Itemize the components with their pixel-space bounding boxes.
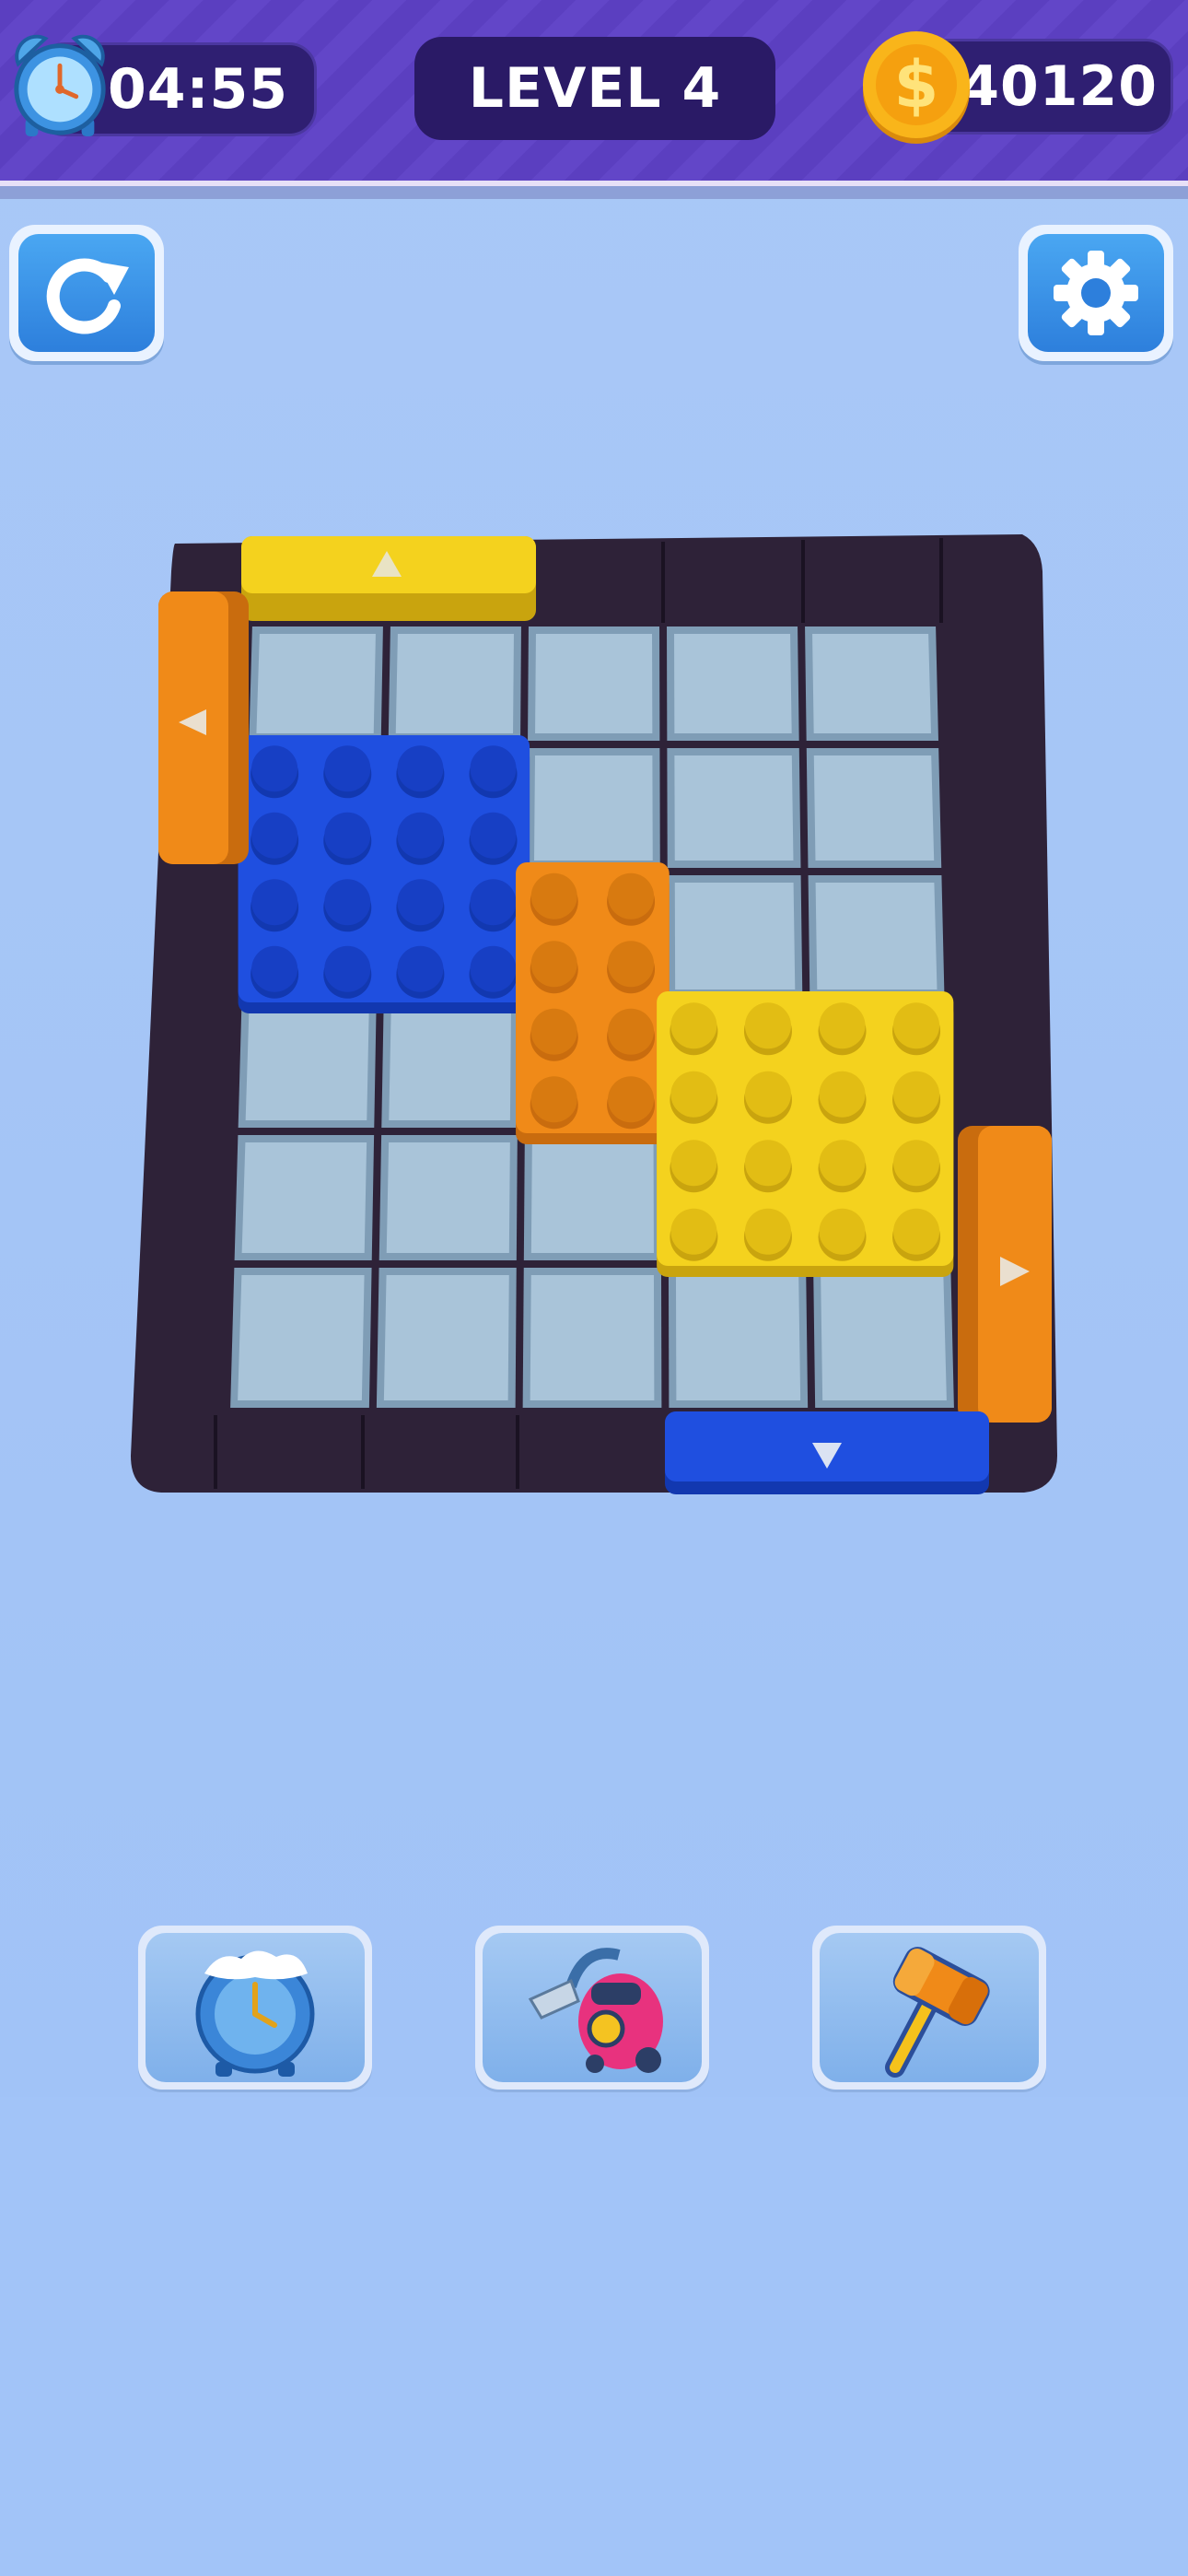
grid-tile-face bbox=[674, 755, 794, 861]
vacuum-booster[interactable] bbox=[475, 1926, 709, 2090]
stud bbox=[819, 1002, 866, 1049]
grid-tile-face bbox=[530, 1275, 655, 1400]
stud bbox=[251, 945, 298, 992]
vacuum-booster-face bbox=[483, 1933, 702, 2082]
grid-tile-face bbox=[386, 1142, 510, 1253]
stud bbox=[608, 872, 655, 919]
stud bbox=[608, 941, 655, 988]
stud bbox=[324, 812, 371, 859]
stud bbox=[893, 1140, 940, 1187]
stud bbox=[670, 1208, 717, 1255]
gate-left-orange[interactable] bbox=[158, 591, 249, 864]
grid-tile-face bbox=[395, 634, 514, 733]
grid-tile-face bbox=[238, 1275, 365, 1400]
grid-tile-face bbox=[674, 883, 796, 989]
yellow-block[interactable] bbox=[657, 991, 954, 1277]
grid-tile-face bbox=[674, 634, 792, 733]
stud bbox=[530, 941, 577, 988]
grid-tile bbox=[234, 1135, 375, 1260]
stud bbox=[744, 1208, 791, 1255]
hammer-booster-face bbox=[820, 1933, 1039, 2082]
grid-tile bbox=[805, 626, 938, 741]
grid-tile bbox=[238, 1004, 377, 1128]
grid-tile-face bbox=[535, 634, 653, 733]
grid-tile-face bbox=[812, 634, 931, 733]
stud bbox=[530, 1008, 577, 1055]
stud bbox=[470, 812, 517, 859]
stud bbox=[893, 1002, 940, 1049]
frozen-clock-icon bbox=[195, 1950, 315, 2077]
grid-tile bbox=[667, 748, 801, 868]
grid-tile-face bbox=[821, 1275, 947, 1400]
grid-tile-face bbox=[815, 883, 938, 989]
stud bbox=[251, 745, 298, 792]
stud bbox=[324, 945, 371, 992]
stud bbox=[670, 1140, 717, 1187]
grid-tile-face bbox=[813, 755, 935, 861]
grid-tile bbox=[522, 1268, 662, 1408]
grid-tile-face bbox=[245, 1012, 369, 1120]
vacuum-cleaner-icon bbox=[528, 1948, 663, 2073]
stud bbox=[608, 1008, 655, 1055]
stud bbox=[251, 812, 298, 859]
grid-tile-face bbox=[675, 1275, 801, 1400]
freeze-time-booster[interactable] bbox=[138, 1926, 372, 2090]
grid-tile bbox=[806, 748, 942, 868]
gate-right-orange[interactable] bbox=[958, 1126, 1052, 1423]
grid-tile bbox=[667, 626, 799, 741]
grid-tile bbox=[376, 1268, 517, 1408]
stud bbox=[744, 1002, 791, 1049]
stud bbox=[324, 745, 371, 792]
grid-tile bbox=[527, 748, 660, 868]
blue-block[interactable] bbox=[238, 735, 530, 1013]
stud bbox=[670, 1071, 717, 1118]
stud bbox=[397, 812, 444, 859]
grid-tile bbox=[813, 1268, 954, 1408]
stud bbox=[324, 879, 371, 926]
stud bbox=[530, 1076, 577, 1123]
stud bbox=[251, 879, 298, 926]
hammer-icon bbox=[885, 1947, 990, 2078]
grid-tile-face bbox=[241, 1142, 367, 1253]
grid-tile bbox=[379, 1135, 518, 1260]
stud bbox=[744, 1071, 791, 1118]
hammer-booster[interactable] bbox=[812, 1926, 1046, 2090]
grid-tile-face bbox=[256, 634, 376, 733]
stud bbox=[893, 1208, 940, 1255]
stud bbox=[470, 745, 517, 792]
grid-tile bbox=[230, 1268, 372, 1408]
gate-top-yellow[interactable] bbox=[241, 536, 536, 621]
stud bbox=[470, 945, 517, 992]
grid-tile-face bbox=[383, 1275, 509, 1400]
stud bbox=[819, 1071, 866, 1118]
stud bbox=[744, 1140, 791, 1187]
grid-tile bbox=[667, 875, 803, 997]
stud bbox=[397, 879, 444, 926]
grid-tile-face bbox=[534, 755, 653, 861]
stud bbox=[670, 1002, 717, 1049]
stud bbox=[819, 1208, 866, 1255]
freeze-booster-face bbox=[146, 1933, 365, 2082]
gate-bottom-blue[interactable] bbox=[665, 1411, 989, 1494]
grid-tile bbox=[668, 1268, 809, 1408]
grid-tile-face bbox=[530, 1142, 654, 1253]
stud bbox=[470, 879, 517, 926]
stud bbox=[397, 745, 444, 792]
stud bbox=[530, 872, 577, 919]
bottom-area bbox=[0, 2097, 1188, 2576]
grid-tile-face bbox=[389, 1012, 511, 1120]
grid-tile bbox=[381, 1004, 518, 1128]
grid-tile bbox=[808, 875, 945, 997]
stud bbox=[608, 1076, 655, 1123]
grid-tile bbox=[523, 1135, 661, 1260]
grid-tile bbox=[388, 626, 521, 741]
stud bbox=[397, 945, 444, 992]
stud bbox=[819, 1140, 866, 1187]
grid-tile bbox=[249, 626, 383, 741]
grid-tile bbox=[528, 626, 660, 741]
orange-block[interactable] bbox=[516, 862, 670, 1144]
stud bbox=[893, 1071, 940, 1118]
